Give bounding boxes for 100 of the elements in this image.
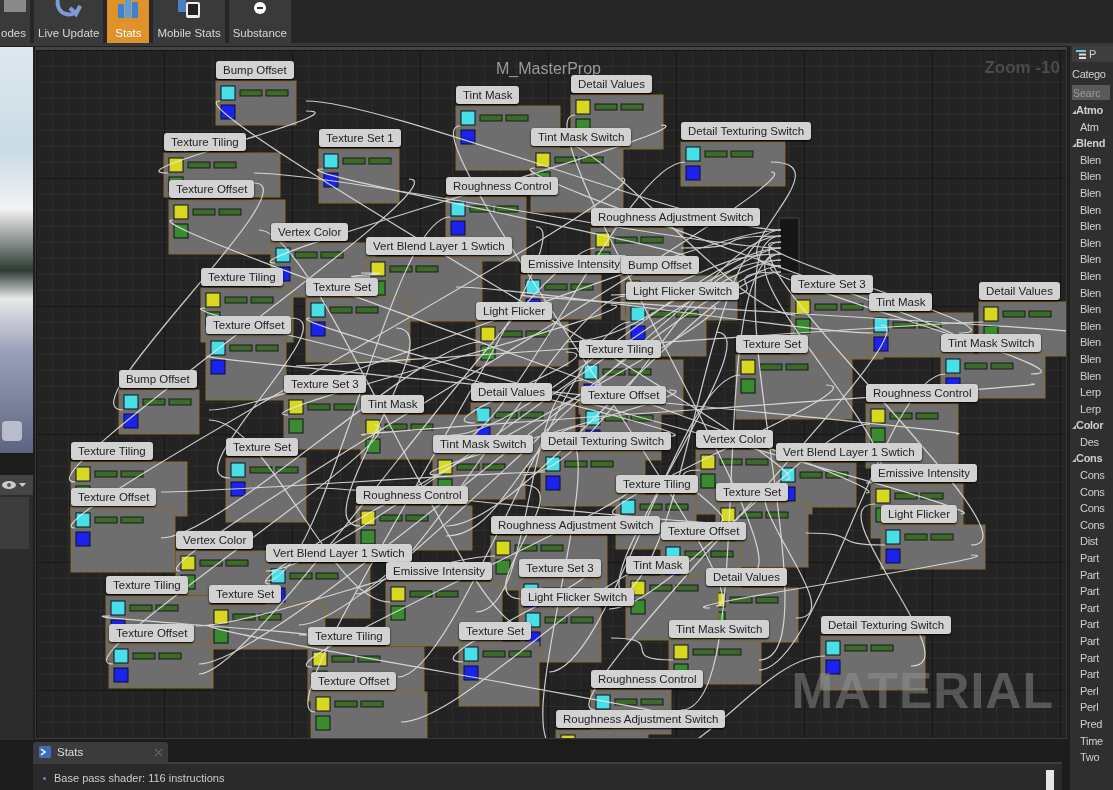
comment-label[interactable]: Texture Set xyxy=(226,438,299,456)
palette-item[interactable]: Atm xyxy=(1072,118,1113,136)
palette-item[interactable]: Blen xyxy=(1072,201,1113,219)
palette-item[interactable]: Lerp xyxy=(1072,400,1113,418)
comment-label[interactable]: Tint Mask Switch xyxy=(531,128,632,146)
comment-label[interactable]: Light Flicker Switch xyxy=(521,588,635,606)
comment-label[interactable]: Texture Offset xyxy=(71,488,157,506)
comment-label[interactable]: Tint Mask xyxy=(869,293,933,311)
palette-item[interactable]: Blen xyxy=(1072,367,1113,385)
comment-label[interactable]: Detail Values xyxy=(471,383,552,401)
comment-label[interactable]: Vert Blend Layer 1 Swtich xyxy=(266,544,412,562)
palette-tab[interactable]: P xyxy=(1072,46,1113,62)
comment-label[interactable]: Emissive Intensity xyxy=(386,562,493,580)
comment-label[interactable]: Vert Blend Layer 1 Swtich xyxy=(776,443,922,461)
palette-item[interactable]: Perl xyxy=(1072,682,1113,700)
comment-label[interactable]: Tint Mask Switch xyxy=(669,620,770,638)
comment-label[interactable]: Texture Tiling xyxy=(201,268,283,286)
palette-item[interactable]: Blen xyxy=(1072,267,1113,285)
comment-label[interactable]: Bump Offset xyxy=(621,256,699,274)
comment-label[interactable]: Detail Values xyxy=(706,568,787,586)
palette-item[interactable]: Blen xyxy=(1072,251,1113,268)
palette-item[interactable]: Part xyxy=(1072,566,1113,584)
comment-label[interactable]: Light Flicker xyxy=(476,302,552,320)
comment-label[interactable]: Texture Set xyxy=(209,585,282,603)
comment-label[interactable]: Texture Offset xyxy=(206,316,292,334)
palette-item[interactable]: Blen xyxy=(1072,184,1113,202)
palette-item[interactable]: Blen xyxy=(1072,334,1113,351)
toolbar-button[interactable]: Mobile Stats xyxy=(153,0,225,43)
scrollbar-thumb[interactable] xyxy=(1046,770,1054,790)
comment-label[interactable]: Bump Offset xyxy=(216,61,294,79)
comment-label[interactable]: Texture Set 1 xyxy=(319,129,401,147)
comment-label[interactable]: Emissive Intensity xyxy=(871,464,978,482)
palette-item[interactable]: Blen xyxy=(1072,168,1113,185)
comment-label[interactable]: Texture Offset xyxy=(109,624,195,642)
comment-label[interactable]: Texture Offset xyxy=(661,522,747,540)
palette-item[interactable]: Part xyxy=(1072,633,1113,650)
palette-item[interactable]: Blen xyxy=(1072,317,1113,335)
eye-icon[interactable] xyxy=(1,480,27,490)
comment-label[interactable]: Texture Offset xyxy=(169,180,255,198)
comment-label[interactable]: Vertex Color xyxy=(696,430,774,448)
comment-label[interactable]: Tint Mask xyxy=(626,556,690,574)
close-icon[interactable] xyxy=(155,748,162,756)
palette-item[interactable]: Part xyxy=(1072,666,1113,683)
comment-label[interactable]: Detail Texturing Switch xyxy=(541,432,672,450)
comment-label[interactable]: Vert Blend Layer 1 Swtich xyxy=(366,237,512,255)
comment-label[interactable]: Detail Texturing Switch xyxy=(681,122,812,140)
palette-item[interactable]: Perl xyxy=(1072,699,1113,716)
comment-label[interactable]: Texture Set xyxy=(716,483,789,501)
palette-item[interactable]: Cons xyxy=(1072,483,1113,501)
palette-item[interactable]: Part xyxy=(1072,616,1113,633)
comment-label[interactable]: Texture Tiling xyxy=(616,475,698,493)
toolbar-button[interactable]: Live Update xyxy=(34,0,104,43)
palette-item[interactable]: Pred xyxy=(1072,715,1113,733)
palette-item[interactable]: Blen xyxy=(1072,151,1113,169)
toolbar-button[interactable]: Substance xyxy=(228,0,291,43)
palette-item[interactable]: Two xyxy=(1072,749,1113,766)
comment-label[interactable]: Roughness Control xyxy=(356,486,469,504)
comment-label[interactable]: Roughness Adjustment Switch xyxy=(591,208,761,226)
comment-label[interactable]: Texture Set 3 xyxy=(519,559,601,577)
comment-label[interactable]: Roughness Adjustment Switch xyxy=(556,710,726,728)
palette-item[interactable]: Blen xyxy=(1072,350,1113,368)
palette-item[interactable]: Cons xyxy=(1072,467,1113,484)
comment-label[interactable]: Roughness Control xyxy=(866,384,979,402)
palette-item[interactable]: Atmo xyxy=(1072,102,1113,119)
comment-label[interactable]: Texture Tiling xyxy=(71,442,153,460)
palette-item[interactable]: Des xyxy=(1072,433,1113,451)
palette-item[interactable]: Lerp xyxy=(1072,384,1113,401)
comment-label[interactable]: Vertex Color xyxy=(271,223,349,241)
comment-label[interactable]: Roughness Control xyxy=(446,177,559,195)
palette-item[interactable]: Blen xyxy=(1072,284,1113,302)
comment-label[interactable]: Texture Offset xyxy=(311,672,397,690)
comment-label[interactable]: Texture Set xyxy=(459,622,532,640)
comment-label[interactable]: Texture Set xyxy=(736,335,809,353)
palette-item[interactable]: Cons xyxy=(1072,516,1113,534)
palette-item[interactable]: Blend xyxy=(1072,135,1113,152)
comment-label[interactable]: Roughness Adjustment Switch xyxy=(491,516,661,534)
comment-label[interactable]: Roughness Control xyxy=(591,670,704,688)
comment-label[interactable]: Texture Tiling xyxy=(579,340,661,358)
palette-item[interactable]: Dist xyxy=(1072,533,1113,551)
palette-item[interactable]: Color xyxy=(1072,417,1113,434)
comment-label[interactable]: Texture Tiling xyxy=(106,576,188,594)
palette-item[interactable]: Time xyxy=(1072,732,1113,750)
comment-label[interactable]: Detail Values xyxy=(571,75,652,93)
comment-label[interactable]: Tint Mask Switch xyxy=(941,334,1042,352)
comment-label[interactable]: Light Flicker xyxy=(881,505,957,523)
comment-label[interactable]: Detail Texturing Switch xyxy=(821,616,952,634)
comment-label[interactable]: Bump Offset xyxy=(119,370,197,388)
palette-item[interactable]: Part xyxy=(1072,599,1113,617)
palette-item[interactable]: Blen xyxy=(1072,234,1113,252)
palette-item[interactable]: Cons xyxy=(1072,500,1113,517)
comment-label[interactable]: Tint Mask xyxy=(361,395,425,413)
palette-item[interactable]: Part xyxy=(1072,550,1113,567)
palette-item[interactable]: Part xyxy=(1072,649,1113,667)
palette-item[interactable]: Blen xyxy=(1072,218,1113,235)
comment-label[interactable]: Texture Set 3 xyxy=(284,375,366,393)
comment-label[interactable]: Texture Tiling xyxy=(308,627,390,645)
comment-label[interactable]: Tint Mask xyxy=(456,86,520,104)
comment-label[interactable]: Tint Mask Switch xyxy=(433,435,534,453)
stats-tab[interactable]: Stats xyxy=(33,742,168,762)
comment-label[interactable]: Texture Tiling xyxy=(164,133,246,151)
